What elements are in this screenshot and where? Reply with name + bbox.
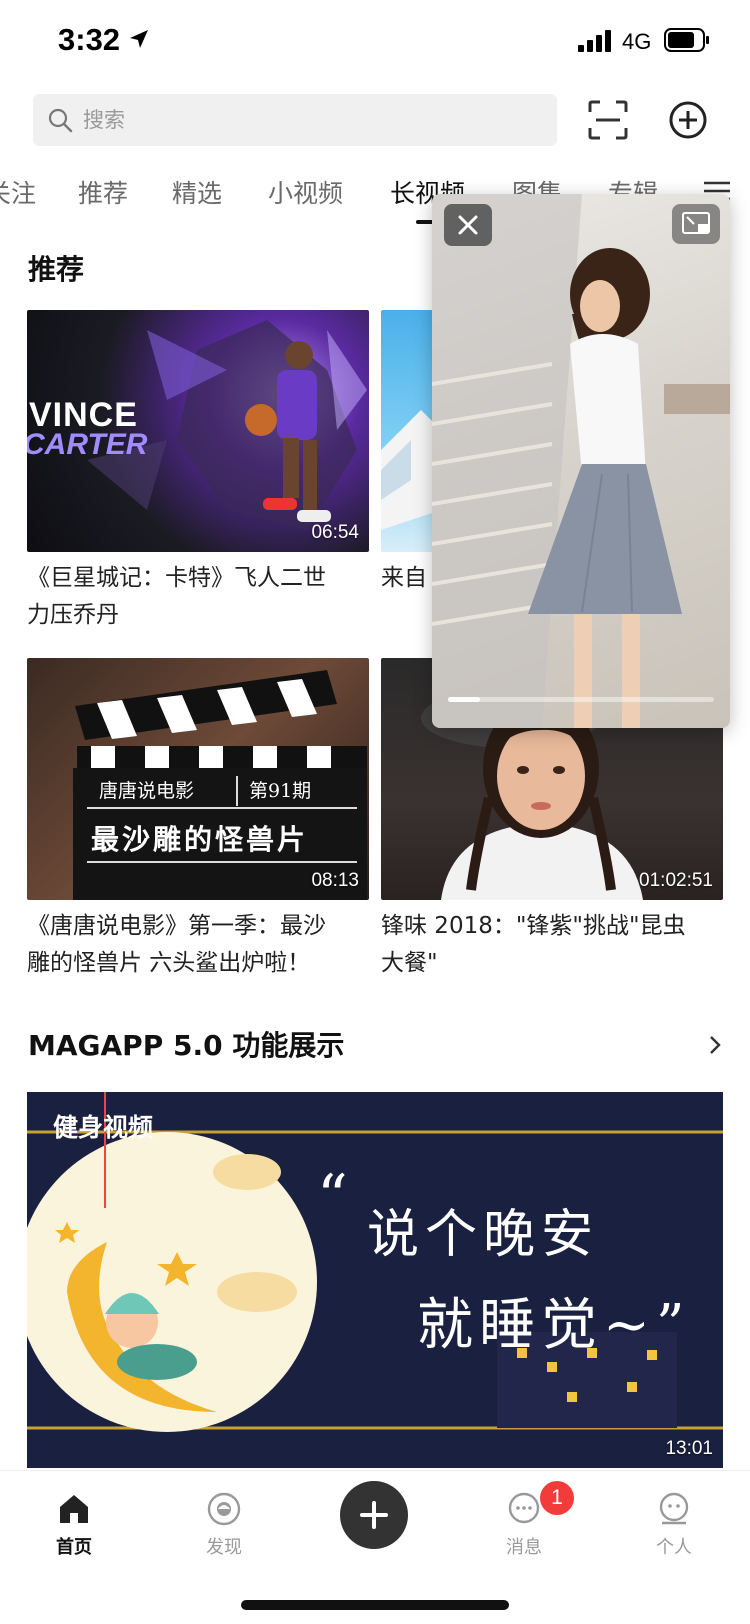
search-icon [48, 108, 73, 133]
nav-label: 消息 [506, 1537, 542, 1558]
thumb-text-episode: 第91期 [249, 780, 312, 802]
banner-quote-mark: “ [317, 1162, 348, 1232]
pip-restore-button[interactable] [672, 204, 720, 244]
nav-label: 首页 [56, 1537, 92, 1558]
pip-close-button[interactable] [444, 204, 492, 246]
cellular-signal-icon [578, 30, 611, 52]
close-icon [458, 215, 478, 235]
message-icon [508, 1492, 540, 1524]
battery-icon [664, 28, 709, 52]
search-input[interactable] [83, 94, 543, 146]
banner-headline-1: 说个晚安 [367, 1205, 600, 1265]
video-duration: 13:01 [665, 1438, 713, 1459]
title-line: 雕的怪兽片 六头鲨出炉啦！ [27, 950, 311, 976]
pip-progress-bar[interactable] [448, 697, 714, 702]
network-label: 4G [622, 29, 652, 54]
compass-icon [207, 1492, 241, 1526]
thumb-text-show: 唐唐说电影 [99, 780, 195, 802]
nav-discover[interactable]: 发现 [179, 1491, 269, 1559]
title-line: 《唐唐说电影》第一季：最沙 [27, 913, 326, 939]
title-line: 大餐" [381, 950, 438, 976]
video-duration: 01:02:51 [639, 870, 713, 891]
title-line: 力压乔丹 [27, 602, 119, 628]
tab-short-video[interactable]: 小视频 [268, 174, 343, 210]
video-card-thumbnail[interactable]: VINCE CARTER 06:54 [27, 310, 369, 552]
profile-face-icon [659, 1492, 689, 1525]
featured-video-banner[interactable]: 健身视频 “ 说个晚安 就睡觉~” 13:01 [27, 1092, 723, 1468]
tab-featured[interactable]: 精选 [172, 174, 222, 210]
chevron-right-icon[interactable] [708, 1034, 722, 1056]
home-indicator[interactable] [241, 1600, 509, 1610]
home-icon [60, 1495, 88, 1523]
tab-follow[interactable]: 关注 [0, 174, 36, 210]
nav-home[interactable]: 首页 [29, 1491, 119, 1559]
unread-badge: 1 [540, 1481, 574, 1515]
thumb-text-topic: 最沙雕的怪兽片 [91, 823, 309, 856]
publish-button[interactable] [340, 1481, 408, 1549]
video-card-title[interactable]: 《唐唐说电影》第一季：最沙 雕的怪兽片 六头鲨出炉啦！ [27, 908, 372, 982]
status-bar: 3:32 4G [0, 0, 750, 82]
video-card-thumbnail[interactable]: 唐唐说电影 第91期 最沙雕的怪兽片 08:13 [27, 658, 369, 900]
section-title-recommend: 推荐 [28, 253, 85, 286]
thumb-text-carter: CARTER [27, 428, 148, 461]
location-arrow-icon [130, 30, 148, 48]
add-circle-button[interactable] [668, 100, 708, 140]
video-card-title[interactable]: 锋味 2018："锋紫"挑战"昆虫 大餐" [381, 908, 726, 982]
floating-video-player[interactable] [432, 194, 730, 728]
nav-label: 个人 [656, 1537, 692, 1558]
video-duration: 06:54 [311, 522, 359, 543]
title-line: 锋味 2018："锋紫"挑战"昆虫 [381, 913, 686, 939]
section-title-magapp: MAGAPP 5.0 功能展示 [28, 1029, 345, 1062]
video-duration: 08:13 [311, 870, 359, 891]
tab-recommend[interactable]: 推荐 [78, 174, 128, 210]
banner-tag: 健身视频 [53, 1113, 154, 1142]
pip-video-frame [432, 194, 730, 728]
nav-label: 发现 [206, 1537, 242, 1558]
clapperboard-image [73, 670, 367, 900]
restore-window-icon [682, 212, 710, 234]
status-time: 3:32 [58, 22, 121, 57]
pip-progress-fill [448, 697, 480, 702]
plus-icon [360, 1501, 388, 1529]
video-card-title[interactable]: 《巨星城记：卡特》飞人二世 力压乔丹 [27, 560, 372, 634]
title-line: 《巨星城记：卡特》飞人二世 [27, 565, 326, 591]
search-bar[interactable] [33, 94, 557, 146]
banner-headline-2: 就睡觉~” [417, 1293, 691, 1358]
scan-button[interactable] [588, 100, 628, 140]
nav-profile[interactable]: 个人 [629, 1491, 719, 1559]
